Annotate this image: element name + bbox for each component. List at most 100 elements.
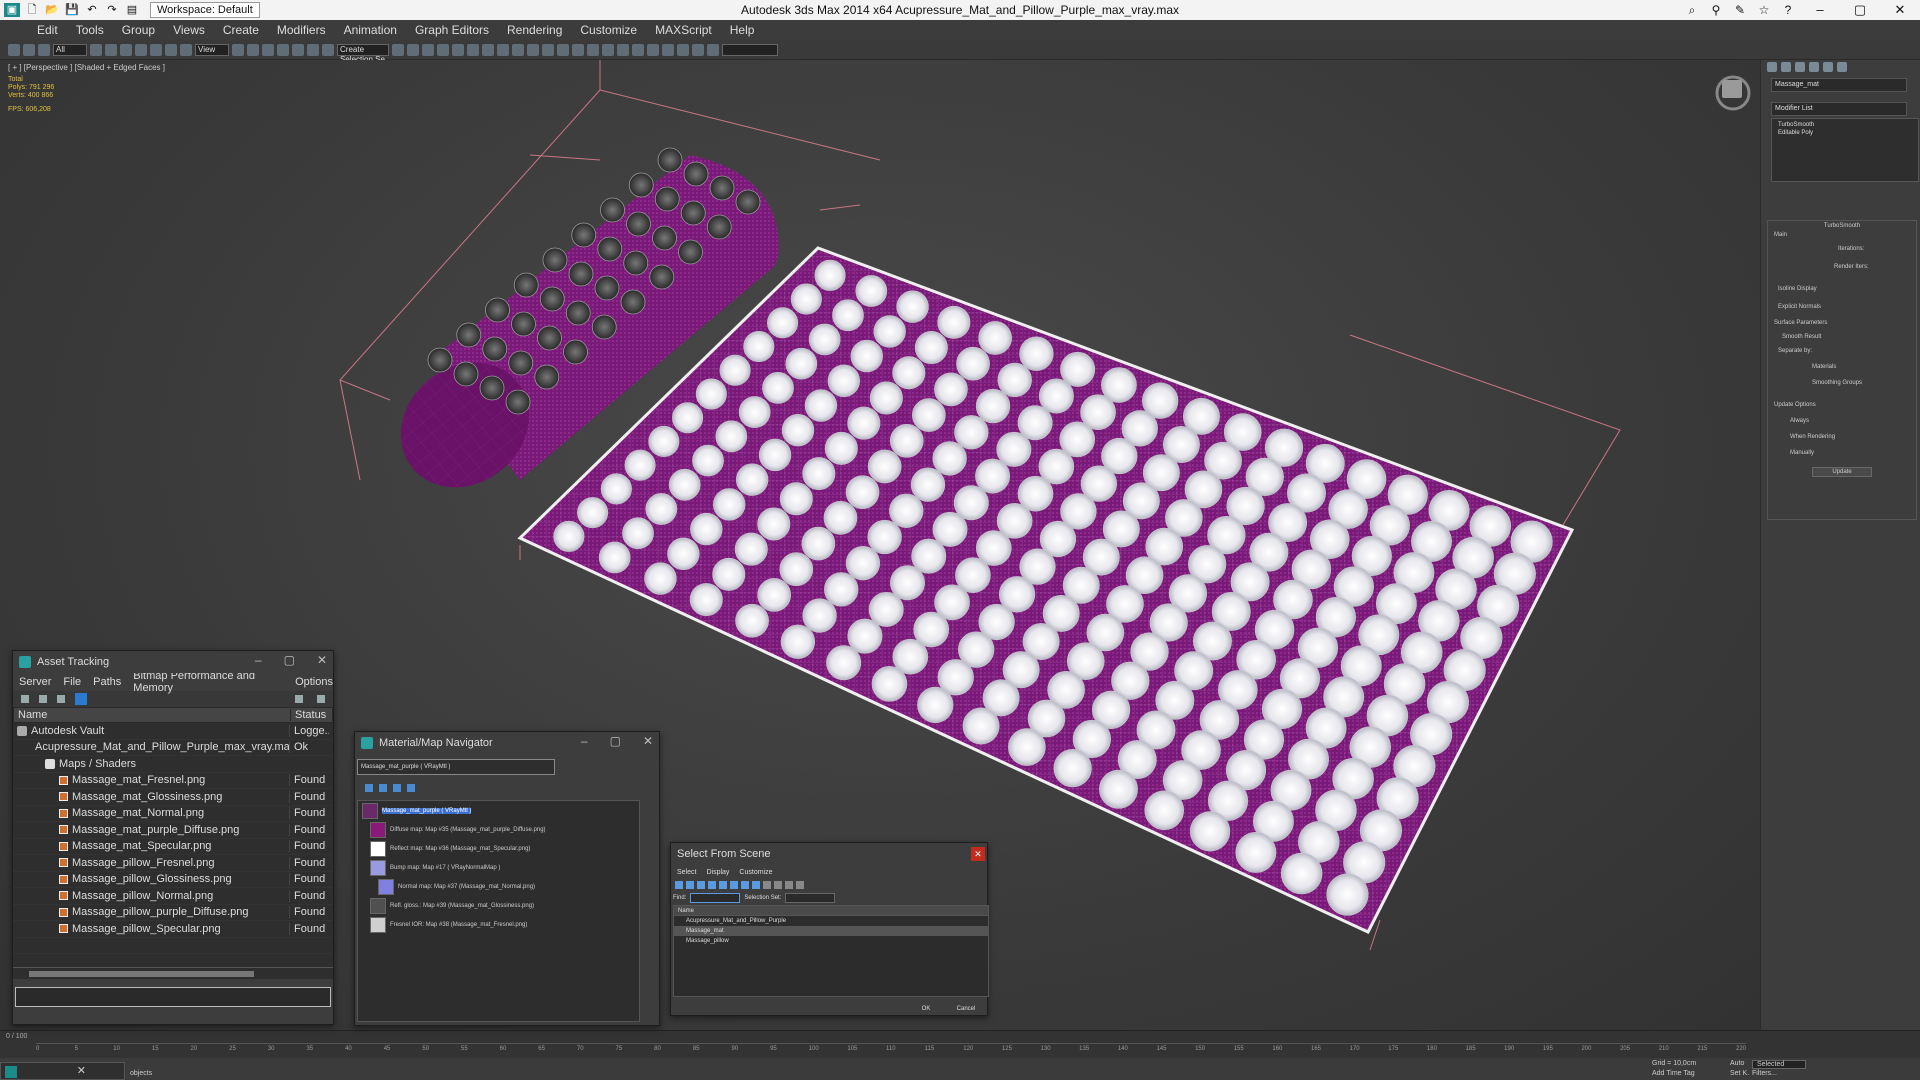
close-icon[interactable]: ✕ (317, 653, 327, 667)
minimize-icon[interactable]: – (255, 653, 262, 667)
undo-icon[interactable]: ↶ (84, 3, 100, 17)
motion-tab-icon[interactable] (1809, 62, 1819, 72)
asset-row[interactable]: Massage_mat_Glossiness.png Found (13, 789, 333, 806)
current-material-field[interactable]: Massage_mat_purple ( VRayMtl ) (357, 759, 555, 775)
binoculars-icon[interactable]: ⚲ (1704, 0, 1728, 20)
select-all-icon[interactable] (774, 881, 782, 889)
scene-object-item[interactable]: Massage_pillow (674, 936, 988, 946)
menu-customize[interactable]: Customize (739, 869, 772, 876)
schematic-view-icon[interactable] (467, 43, 479, 56)
menu-edit[interactable]: Edit (28, 23, 67, 37)
smooth-result-checkbox[interactable]: Smooth Result (1768, 333, 1916, 341)
workspace-dropdown[interactable]: Workspace: Default (150, 2, 260, 18)
menu-bitmap-performance[interactable]: Bitmap Performance and Memory (133, 670, 283, 694)
maximize-icon[interactable]: ▢ (284, 653, 295, 667)
graphite-ribbon-icon[interactable] (437, 43, 449, 56)
asset-row[interactable]: Massage_mat_purple_Diffuse.png Found (13, 822, 333, 839)
refresh-icon[interactable] (21, 695, 29, 703)
select-manipulate-icon[interactable] (247, 43, 259, 56)
column-status[interactable]: Status (290, 709, 330, 721)
asset-row[interactable]: Acupressure_Mat_and_Pillow_Purple_max_vr… (13, 740, 333, 756)
material-tree-item[interactable]: Fresnel IOR: Map #38 (Massage_mat_Fresne… (358, 915, 639, 934)
snap-icon[interactable] (262, 43, 274, 56)
view-small-icons-icon[interactable] (393, 784, 401, 792)
filter-bones-icon[interactable] (763, 881, 771, 889)
move-icon[interactable] (150, 43, 162, 56)
new-file-icon[interactable]: 🗋 (24, 3, 40, 17)
reference-coordinate-dropdown[interactable]: View (195, 43, 229, 56)
vray-sky-icon[interactable] (587, 43, 599, 56)
filter-cameras-icon[interactable] (708, 881, 716, 889)
filter-shapes-icon[interactable] (686, 881, 694, 889)
material-tree-item[interactable]: Diffuse map: Map #35 (Massage_mat_purple… (358, 820, 639, 839)
menu-maxscript[interactable]: MAXScript (646, 23, 721, 37)
asset-row[interactable]: Massage_pillow_Specular.png Found (13, 921, 333, 938)
spinner-snap-icon[interactable] (307, 43, 319, 56)
vray-proxy-icon[interactable] (602, 43, 614, 56)
frame-indicator[interactable]: 0 / 100 (6, 1033, 27, 1040)
help-icon[interactable] (295, 695, 303, 703)
pivot-icon[interactable] (232, 43, 244, 56)
modifier-stack-item[interactable]: TurboSmooth (1778, 121, 1912, 129)
material-tree-item[interactable]: Massage_mat_purple ( VRayMtl ) (358, 801, 639, 820)
filters-button[interactable]: Filters... (1752, 1070, 1777, 1077)
vray-options-icon[interactable] (677, 43, 689, 56)
always-radio[interactable]: Always (1768, 417, 1916, 425)
explicit-normals-checkbox[interactable]: Explicit Normals (1768, 303, 1916, 311)
asset-row[interactable]: Massage_pillow_Fresnel.png Found (13, 855, 333, 872)
table-view-icon[interactable] (75, 693, 87, 705)
named-selection-dropdown[interactable]: Create Selection Se (337, 43, 389, 64)
angle-snap-icon[interactable] (277, 43, 289, 56)
material-navigator-titlebar[interactable]: Material/Map Navigator – ▢ ✕ (355, 732, 659, 754)
scale-icon[interactable] (180, 43, 192, 56)
modifier-stack-item[interactable]: Editable Poly (1778, 129, 1912, 137)
column-name[interactable]: Name (674, 906, 988, 916)
menu-modifiers[interactable]: Modifiers (268, 23, 335, 37)
asset-row[interactable]: Massage_mat_Fresnel.png Found (13, 773, 333, 789)
cancel-button[interactable]: Cancel (949, 1003, 983, 1015)
view-list-icon[interactable] (365, 784, 373, 792)
time-ruler[interactable]: 0 5 10 15 20 25 30 35 40 45 50 55 60 65 70 75 80 85 90 95 10… (36, 1043, 1746, 1057)
viewcube[interactable] (1715, 75, 1751, 111)
scene-object-item[interactable]: Massage_mat (674, 926, 988, 936)
find-input[interactable] (690, 893, 741, 903)
asset-row[interactable]: Massage_pillow_purple_Diffuse.png Found (13, 905, 333, 921)
update-button[interactable]: Update (1812, 467, 1872, 477)
window-crossing-icon[interactable] (135, 43, 147, 56)
scene-object-item[interactable]: Acupressure_Mat_and_Pillow_Purple (674, 916, 988, 926)
rectangle-selection-icon[interactable] (120, 43, 132, 56)
checkin-icon[interactable] (57, 695, 65, 703)
project-folder-icon[interactable]: ▤ (124, 3, 140, 17)
save-file-icon[interactable]: 💾 (64, 3, 80, 17)
menu-server[interactable]: Server (19, 676, 51, 688)
hierarchy-tab-icon[interactable] (1795, 62, 1805, 72)
selection-filter-dropdown[interactable]: All (53, 43, 87, 56)
extra-tool-2-icon[interactable] (707, 43, 719, 56)
asset-row[interactable]: Maps / Shaders (13, 756, 333, 773)
create-tab-icon[interactable] (1767, 62, 1777, 72)
vray-plane-icon[interactable] (617, 43, 629, 56)
set-key-button[interactable]: Set K. (1730, 1070, 1749, 1077)
asset-row[interactable]: Autodesk Vault Logge... (13, 723, 333, 740)
asset-row[interactable]: Massage_mat_Normal.png Found (13, 806, 333, 822)
close-icon[interactable]: ✕ (643, 734, 653, 748)
menu-tools[interactable]: Tools (67, 23, 113, 37)
minimize-button[interactable]: – (1800, 0, 1840, 20)
menu-options[interactable]: Options (295, 676, 333, 688)
settings-icon[interactable] (317, 695, 325, 703)
help-icon[interactable]: ? (1776, 0, 1800, 20)
modify-tab-icon[interactable] (1781, 62, 1791, 72)
column-name[interactable]: Name (14, 709, 290, 721)
curve-editor-icon[interactable] (452, 43, 464, 56)
search-icon[interactable]: ⌕ (1680, 0, 1704, 20)
select-invert-icon[interactable] (796, 881, 804, 889)
menu-rendering[interactable]: Rendering (498, 23, 571, 37)
maximize-icon[interactable]: ▢ (610, 734, 621, 748)
horizontal-scrollbar[interactable] (13, 967, 333, 979)
tools-icon[interactable]: ✎ (1728, 0, 1752, 20)
minimized-window-bar[interactable]: ✕ (0, 1062, 125, 1080)
materials-checkbox[interactable]: Materials (1768, 363, 1916, 371)
render-setup-icon[interactable] (497, 43, 509, 56)
extra-tool-icon[interactable] (692, 43, 704, 56)
manually-radio[interactable]: Manually (1768, 449, 1916, 457)
